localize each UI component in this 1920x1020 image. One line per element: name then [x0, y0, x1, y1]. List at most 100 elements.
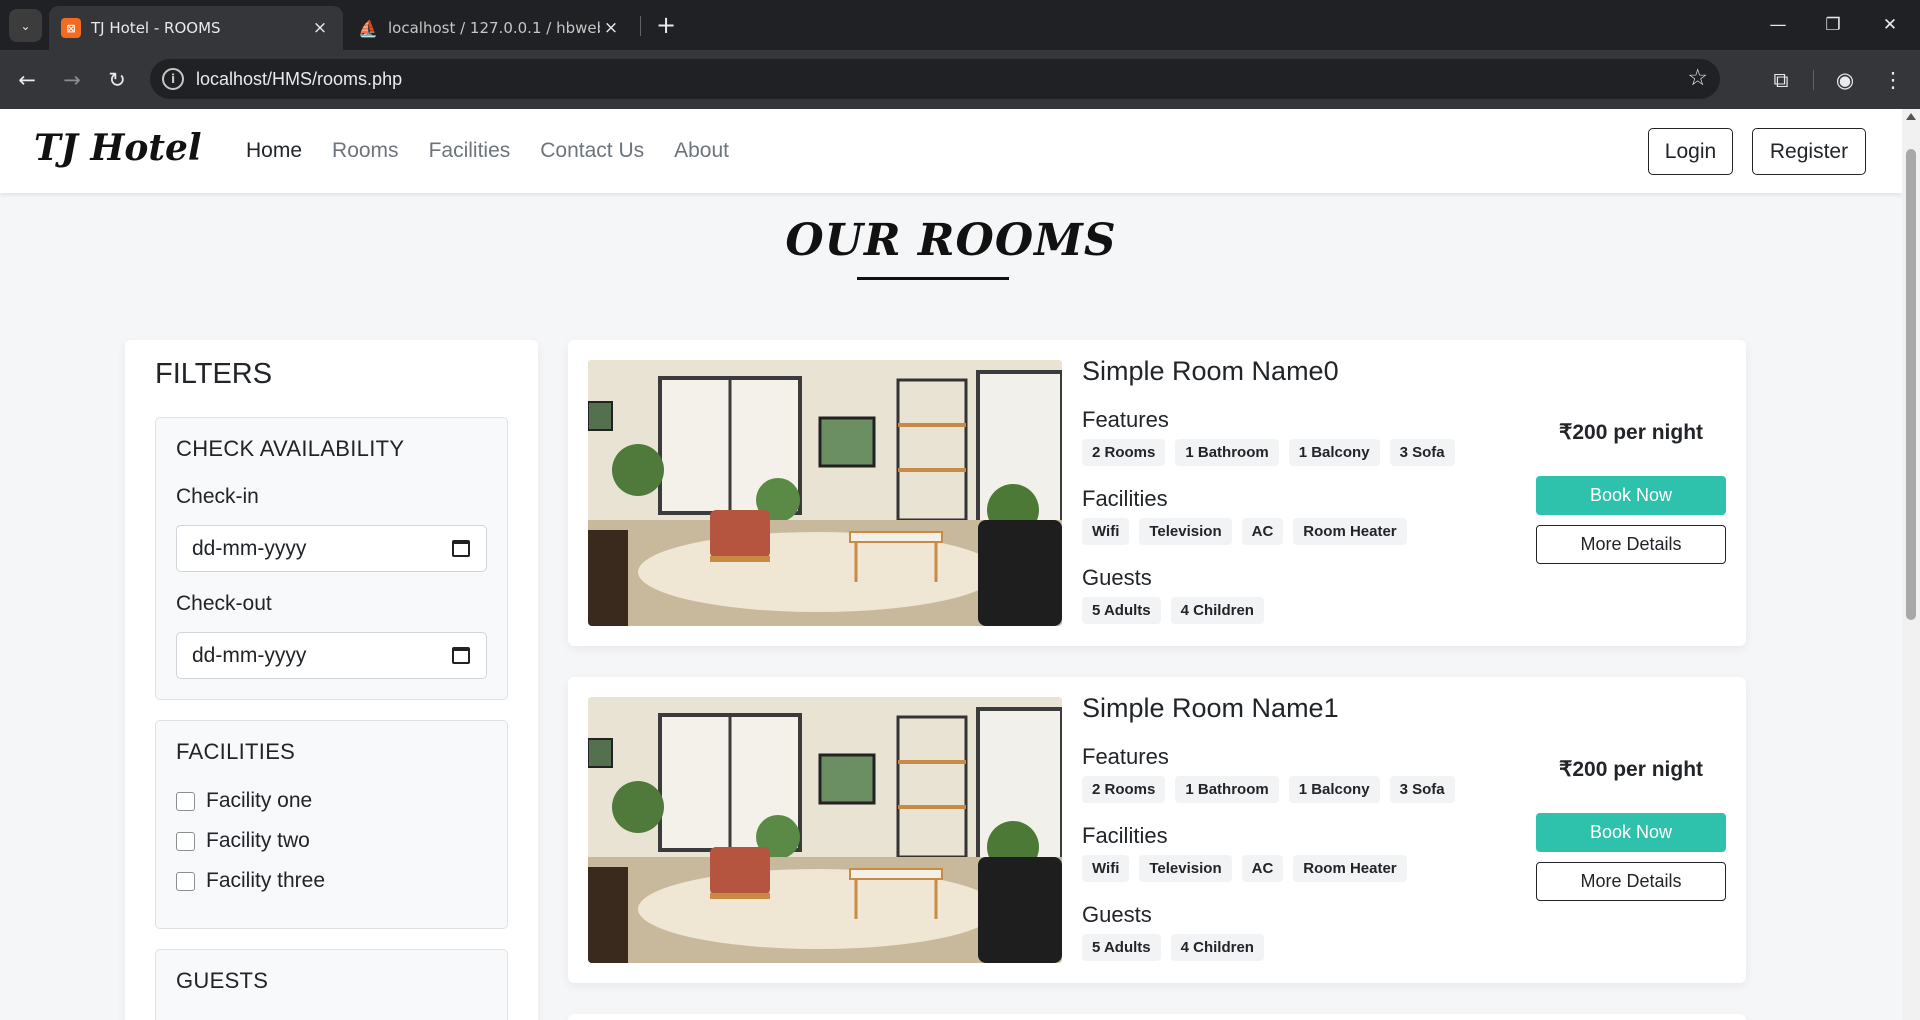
facilities-filter-heading: FACILITIES — [176, 739, 296, 764]
facility-option-label: Facility two — [206, 829, 310, 852]
feature-badge: 1 Balcony — [1288, 439, 1380, 466]
nav-link-contact[interactable]: Contact Us — [540, 139, 644, 163]
guests-badges: 5 Adults 4 Children — [1082, 597, 1264, 624]
register-button[interactable]: Register — [1752, 128, 1866, 175]
checkout-value: dd-mm-yyyy — [192, 644, 307, 667]
features-label: Features — [1082, 744, 1169, 769]
guests-filter-heading: GUESTS — [176, 968, 269, 993]
url-text[interactable]: localhost/HMS/rooms.php — [196, 69, 402, 90]
facility-option-label: Facility one — [206, 789, 313, 812]
more-details-button[interactable]: More Details — [1536, 862, 1726, 901]
facilities-filter-box: FACILITIES Facility one Facility two Fac… — [155, 720, 508, 929]
minimize-icon[interactable]: — — [1758, 10, 1798, 40]
tab-divider — [640, 16, 641, 36]
facilities-badges: Wifi Television AC Room Heater — [1082, 518, 1407, 545]
back-icon[interactable]: ← — [11, 64, 43, 96]
close-icon[interactable]: × — [600, 18, 622, 38]
bookmark-star-icon[interactable]: ☆ — [1687, 65, 1708, 91]
profile-icon[interactable]: ◉ — [1829, 64, 1861, 96]
toolbar-divider — [1813, 70, 1814, 90]
room-image — [588, 360, 1062, 626]
browser-toolbar: ← → ↻ i localhost/HMS/rooms.php ☆ ⧉ ◉ ⋮ — [0, 50, 1920, 109]
filters-panel: FILTERS CHECK AVAILABILITY Check-in dd-m… — [125, 340, 538, 1020]
facility-badge: Television — [1139, 518, 1232, 545]
facility-checkbox[interactable] — [176, 871, 195, 891]
availability-box: CHECK AVAILABILITY Check-in dd-mm-yyyy C… — [155, 417, 508, 700]
facilities-label: Facilities — [1082, 486, 1168, 511]
brand-logo[interactable]: TJ Hotel — [34, 127, 202, 169]
reload-icon[interactable]: ↻ — [101, 64, 133, 96]
xampp-icon: ⊠ — [61, 18, 81, 38]
tab-title: TJ Hotel - ROOMS — [91, 19, 221, 37]
more-menu-icon[interactable]: ⋮ — [1877, 64, 1909, 96]
address-bar[interactable]: i localhost/HMS/rooms.php ☆ — [150, 59, 1720, 99]
scroll-up-icon[interactable] — [1906, 113, 1916, 120]
facility-checkbox[interactable] — [176, 791, 195, 811]
room-photo — [588, 360, 1062, 626]
extensions-icon[interactable]: ⧉ — [1765, 64, 1797, 96]
feature-badge: 1 Bathroom — [1175, 439, 1279, 466]
nav-link-rooms[interactable]: Rooms — [332, 139, 399, 163]
guest-badge: 5 Adults — [1082, 934, 1161, 961]
guests-badges: 5 Adults 4 Children — [1082, 934, 1264, 961]
tab-tj-hotel[interactable]: ⊠ TJ Hotel - ROOMS × — [49, 6, 343, 50]
room-price: ₹200 per night — [1558, 758, 1704, 781]
feature-badge: 2 Rooms — [1082, 776, 1166, 803]
facility-badge: Television — [1139, 855, 1232, 882]
nav-link-about[interactable]: About — [674, 139, 729, 163]
features-label: Features — [1082, 407, 1169, 432]
tab-title: localhost / 127.0.0.1 / hbwebsite — [388, 19, 600, 37]
window-close-icon[interactable]: ✕ — [1870, 10, 1910, 40]
calendar-icon[interactable] — [452, 540, 470, 557]
room-photo — [588, 697, 1062, 963]
book-now-button[interactable]: Book Now — [1536, 476, 1726, 515]
checkout-input[interactable]: dd-mm-yyyy — [176, 632, 487, 679]
feature-badge: 2 Rooms — [1082, 439, 1166, 466]
nav-link-home[interactable]: Home — [246, 139, 302, 163]
tab-search-button[interactable]: ⌄ — [9, 9, 42, 42]
forward-icon[interactable]: → — [56, 64, 88, 96]
feature-badge: 1 Bathroom — [1175, 776, 1279, 803]
page-scrollbar[interactable] — [1902, 109, 1920, 1020]
site-navbar: TJ Hotel Home Rooms Facilities Contact U… — [0, 109, 1902, 193]
scrollbar-thumb[interactable] — [1906, 149, 1916, 620]
guests-filter-box: GUESTS — [155, 949, 508, 1020]
room-name: Simple Room Name1 — [1082, 693, 1339, 723]
facility-checkbox[interactable] — [176, 831, 195, 851]
facility-option[interactable]: Facility one — [176, 789, 312, 813]
nav-link-facilities[interactable]: Facilities — [429, 139, 511, 163]
facility-option[interactable]: Facility three — [176, 869, 325, 893]
book-now-button[interactable]: Book Now — [1536, 813, 1726, 852]
calendar-icon[interactable] — [452, 647, 470, 664]
login-button[interactable]: Login — [1648, 128, 1733, 175]
feature-badge: 3 Sofa — [1389, 439, 1455, 466]
checkin-label: Check-in — [176, 485, 259, 508]
phpmyadmin-icon: ⛵ — [358, 18, 378, 38]
close-icon[interactable]: × — [309, 18, 331, 38]
room-card — [568, 1014, 1746, 1020]
new-tab-button[interactable]: + — [651, 10, 681, 40]
facilities-badges: Wifi Television AC Room Heater — [1082, 855, 1407, 882]
main-menu: Home Rooms Facilities Contact Us About — [246, 139, 729, 163]
filters-heading: FILTERS — [155, 358, 273, 390]
availability-heading: CHECK AVAILABILITY — [176, 436, 405, 461]
browser-tab-bar: ⌄ ⊠ TJ Hotel - ROOMS × ⛵ localhost / 127… — [0, 0, 1920, 50]
facility-option-label: Facility three — [206, 869, 326, 892]
guest-badge: 4 Children — [1170, 934, 1264, 961]
guest-badge: 5 Adults — [1082, 597, 1161, 624]
feature-badge: 3 Sofa — [1389, 776, 1455, 803]
facilities-label: Facilities — [1082, 823, 1168, 848]
guests-label: Guests — [1082, 565, 1152, 590]
site-info-icon[interactable]: i — [162, 68, 184, 90]
tab-phpmyadmin[interactable]: ⛵ localhost / 127.0.0.1 / hbwebsite × — [346, 6, 634, 50]
facility-option[interactable]: Facility two — [176, 829, 310, 853]
more-details-button[interactable]: More Details — [1536, 525, 1726, 564]
checkin-value: dd-mm-yyyy — [192, 537, 307, 560]
room-image — [588, 697, 1062, 963]
restore-icon[interactable]: ❐ — [1813, 10, 1853, 40]
features-badges: 2 Rooms 1 Bathroom 1 Balcony 3 Sofa — [1082, 776, 1455, 803]
room-name: Simple Room Name0 — [1082, 356, 1339, 386]
page-viewport: TJ Hotel Home Rooms Facilities Contact U… — [0, 109, 1902, 1020]
checkout-label: Check-out — [176, 592, 272, 615]
checkin-input[interactable]: dd-mm-yyyy — [176, 525, 487, 572]
